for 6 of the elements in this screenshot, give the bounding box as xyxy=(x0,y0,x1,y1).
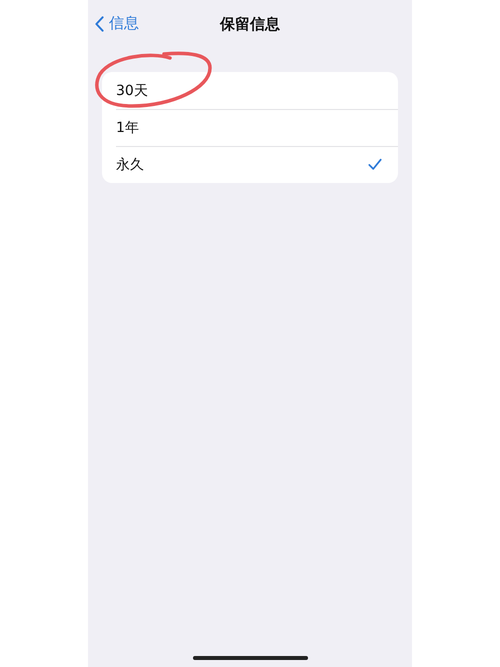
option-row[interactable]: 1年 xyxy=(102,109,398,146)
option-row[interactable]: 永久 xyxy=(102,146,398,183)
back-button[interactable]: 信息 xyxy=(95,14,139,33)
option-row[interactable]: 30天 xyxy=(102,72,398,109)
chevron-left-icon xyxy=(95,16,104,32)
screen-title: 保留信息 xyxy=(220,14,280,34)
